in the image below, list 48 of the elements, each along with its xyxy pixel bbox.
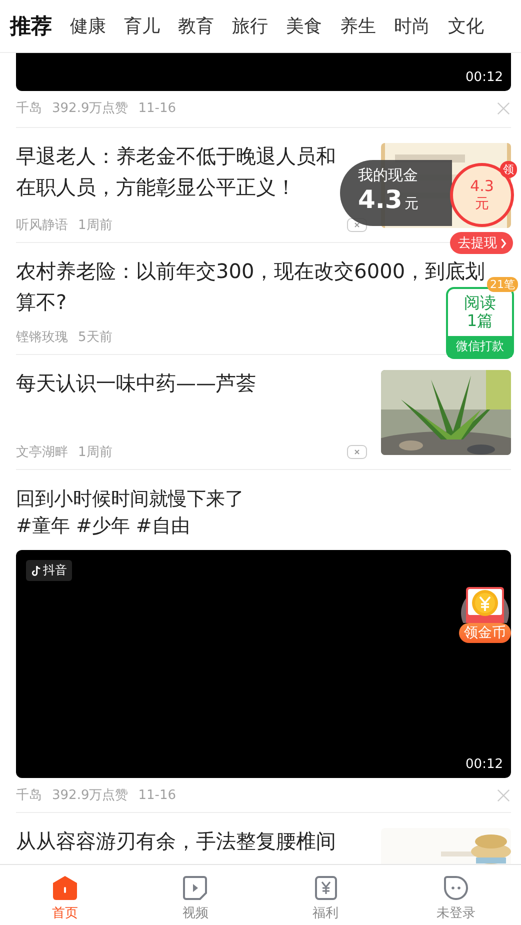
- nav-tab[interactable]: 未登录: [390, 865, 521, 925]
- article-title[interactable]: 每天认识一味中药——芦荟: [16, 368, 369, 399]
- meta-text: 11-16: [138, 788, 176, 802]
- meta-text: 铿锵玫瑰: [16, 329, 68, 346]
- meta-text: 392.9万点赞: [52, 787, 128, 804]
- chevron-icon: [500, 238, 507, 248]
- category-tab[interactable]: 推荐: [10, 12, 52, 40]
- category-tab[interactable]: 教育: [178, 14, 214, 38]
- envelope-icon: [460, 585, 510, 623]
- withdraw-button[interactable]: 去提现: [450, 232, 513, 254]
- category-tab[interactable]: 旅行: [232, 14, 268, 38]
- cash-label: 我的现金: [358, 166, 419, 185]
- read-label: 阅读 1篇: [464, 292, 496, 332]
- meta-text: 千岛: [16, 100, 42, 117]
- video-title[interactable]: 回到小时候时间就慢下来了 #童年 #少年 #自由: [16, 470, 511, 540]
- cash-popup[interactable]: 我的现金 4.3 元: [340, 160, 452, 226]
- meta-text: 5天前: [78, 329, 112, 346]
- meta-text: 千岛: [16, 787, 42, 804]
- category-tab[interactable]: 时尚: [394, 14, 430, 38]
- meta-text: 1周前: [78, 217, 112, 234]
- article-title[interactable]: 从从容容游刃有余，手法整复腰椎间: [16, 826, 369, 857]
- meta-text: 1周前: [78, 444, 112, 461]
- meta-text: 11-16: [138, 100, 176, 116]
- music-note-icon: [31, 564, 41, 576]
- meta-text: 听风静语: [16, 217, 68, 234]
- payout-label: 微信打款: [448, 336, 512, 357]
- nav-tab[interactable]: 福利: [260, 865, 391, 925]
- video-duration: 00:12: [466, 757, 504, 774]
- category-tab[interactable]: 美食: [286, 14, 322, 38]
- video-icon: [182, 875, 208, 901]
- category-tab[interactable]: 文化: [448, 14, 484, 38]
- ring-unit: 元: [475, 195, 489, 213]
- reward-badge: 领: [500, 161, 517, 178]
- video-player[interactable]: 00:12: [16, 53, 511, 91]
- ring-amount: 4.3: [470, 177, 494, 195]
- meta-text: 392.9万点赞: [52, 100, 128, 117]
- home-icon: [52, 875, 78, 901]
- nav-tab[interactable]: 视频: [130, 865, 260, 925]
- category-tab[interactable]: 健康: [70, 14, 106, 38]
- yen-icon: [312, 875, 339, 901]
- category-tab[interactable]: 养生: [340, 14, 376, 38]
- video-duration: 00:12: [466, 70, 504, 87]
- meta-text: 文亭湖畔: [16, 444, 68, 461]
- category-tab[interactable]: 育儿: [124, 14, 160, 38]
- face-icon: [442, 875, 469, 901]
- count-badge: 21笔: [487, 277, 518, 292]
- cash-amount: 4.3 元: [358, 185, 420, 214]
- source-label: 抖音: [43, 562, 67, 579]
